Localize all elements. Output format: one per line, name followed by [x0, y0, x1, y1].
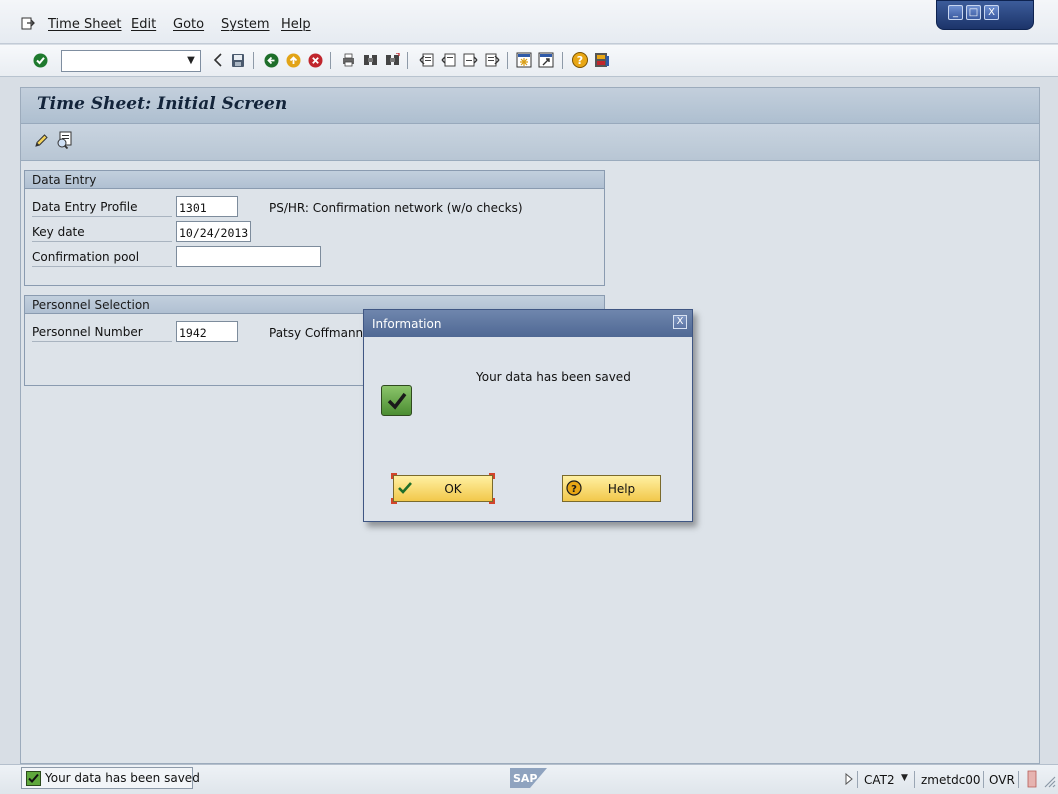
confirmation-pool-field[interactable] — [176, 246, 321, 267]
display-icon[interactable] — [56, 131, 74, 150]
toolbar-separator — [562, 52, 563, 69]
svg-text:?: ? — [571, 484, 577, 495]
status-success-icon — [26, 771, 41, 786]
menu-edit[interactable]: Edit — [131, 17, 156, 32]
svg-text:?: ? — [577, 54, 583, 67]
status-separator — [857, 771, 858, 788]
status-light-icon — [1026, 770, 1038, 788]
status-separator — [1018, 771, 1019, 788]
next-page-icon[interactable] — [462, 51, 478, 69]
personnel-name: Patsy Coffmann — [269, 326, 364, 340]
key-date-field[interactable] — [176, 221, 251, 242]
server-name: zmetdc00 — [921, 773, 981, 787]
focus-corner — [489, 498, 495, 504]
close-window-button[interactable]: X — [984, 5, 999, 20]
menu-system[interactable]: System — [221, 17, 269, 32]
toolbar-separator — [507, 52, 508, 69]
enter-icon[interactable] — [32, 51, 48, 69]
cancel-icon[interactable] — [307, 51, 323, 69]
toolbar-separator — [253, 52, 254, 69]
dialog-titlebar: Information X — [364, 310, 692, 337]
menu-time-sheet[interactable]: Time Sheet — [48, 17, 122, 32]
data-entry-profile-label: Data Entry Profile — [32, 200, 172, 217]
last-page-icon[interactable] — [484, 51, 500, 69]
success-check-icon — [381, 385, 412, 416]
key-date-label: Key date — [32, 225, 172, 242]
command-field[interactable] — [61, 50, 201, 72]
transaction-code[interactable]: CAT2 — [864, 773, 895, 787]
personnel-number-field[interactable] — [176, 321, 238, 342]
help-button[interactable]: ? Help — [562, 475, 661, 502]
find-next-icon[interactable] — [384, 51, 400, 69]
menu-entry-icon[interactable] — [21, 16, 35, 30]
maximize-button[interactable]: □ — [966, 5, 981, 20]
exit-icon[interactable] — [285, 51, 301, 69]
dialog-message: Your data has been saved — [476, 370, 631, 384]
input-mode[interactable]: OVR — [989, 773, 1015, 787]
focus-corner — [391, 473, 397, 479]
customize-layout-icon[interactable] — [594, 51, 610, 69]
information-dialog: Information X Your data has been saved O… — [363, 309, 693, 522]
dialog-close-button[interactable]: X — [673, 315, 687, 329]
back-icon[interactable] — [210, 51, 226, 69]
ok-button[interactable]: OK — [391, 473, 495, 504]
toolbar-separator — [330, 52, 331, 69]
help-icon[interactable]: ? — [572, 51, 588, 69]
check-icon — [397, 480, 413, 499]
group-header: Data Entry — [25, 171, 604, 189]
application-toolbar — [21, 124, 1039, 161]
toolbar-separator — [407, 52, 408, 69]
dialog-title: Information — [372, 317, 442, 331]
sap-logo: SAP — [510, 767, 548, 789]
save-icon[interactable] — [230, 51, 246, 69]
status-message: Your data has been saved — [45, 771, 200, 785]
print-icon[interactable] — [340, 51, 356, 69]
profile-description: PS/HR: Confirmation network (w/o checks) — [269, 201, 523, 215]
resize-grip-icon[interactable] — [1042, 774, 1056, 788]
help-button-label: Help — [607, 482, 636, 496]
shortcut-icon[interactable] — [538, 51, 554, 69]
personnel-number-label: Personnel Number — [32, 325, 172, 342]
data-entry-profile-field[interactable] — [176, 196, 238, 217]
create-session-icon[interactable] — [516, 51, 532, 69]
ok-button-label: OK — [444, 482, 462, 496]
status-separator — [914, 771, 915, 788]
help-icon: ? — [566, 480, 582, 499]
minimize-button[interactable]: _ — [948, 5, 963, 20]
command-dropdown-icon[interactable]: ▼ — [182, 51, 200, 71]
window-controls: _ □ X — [936, 0, 1034, 30]
back-green-icon[interactable] — [263, 51, 279, 69]
first-page-icon[interactable] — [418, 51, 434, 69]
change-pencil-icon[interactable] — [33, 133, 49, 149]
page-title: Time Sheet: Initial Screen — [37, 94, 288, 114]
menu-goto[interactable]: Goto — [173, 17, 204, 32]
previous-page-icon[interactable] — [440, 51, 456, 69]
find-icon[interactable] — [362, 51, 378, 69]
focus-corner — [391, 498, 397, 504]
svg-text:SAP: SAP — [513, 772, 538, 785]
status-separator — [983, 771, 984, 788]
status-expand-icon[interactable] — [844, 772, 854, 786]
focus-corner — [489, 473, 495, 479]
confirmation-pool-label: Confirmation pool — [32, 250, 172, 267]
menu-bar: Time Sheet Edit Goto System Help — [0, 0, 1058, 44]
menu-help[interactable]: Help — [281, 17, 311, 32]
transaction-dropdown-icon[interactable]: ▼ — [901, 773, 908, 783]
